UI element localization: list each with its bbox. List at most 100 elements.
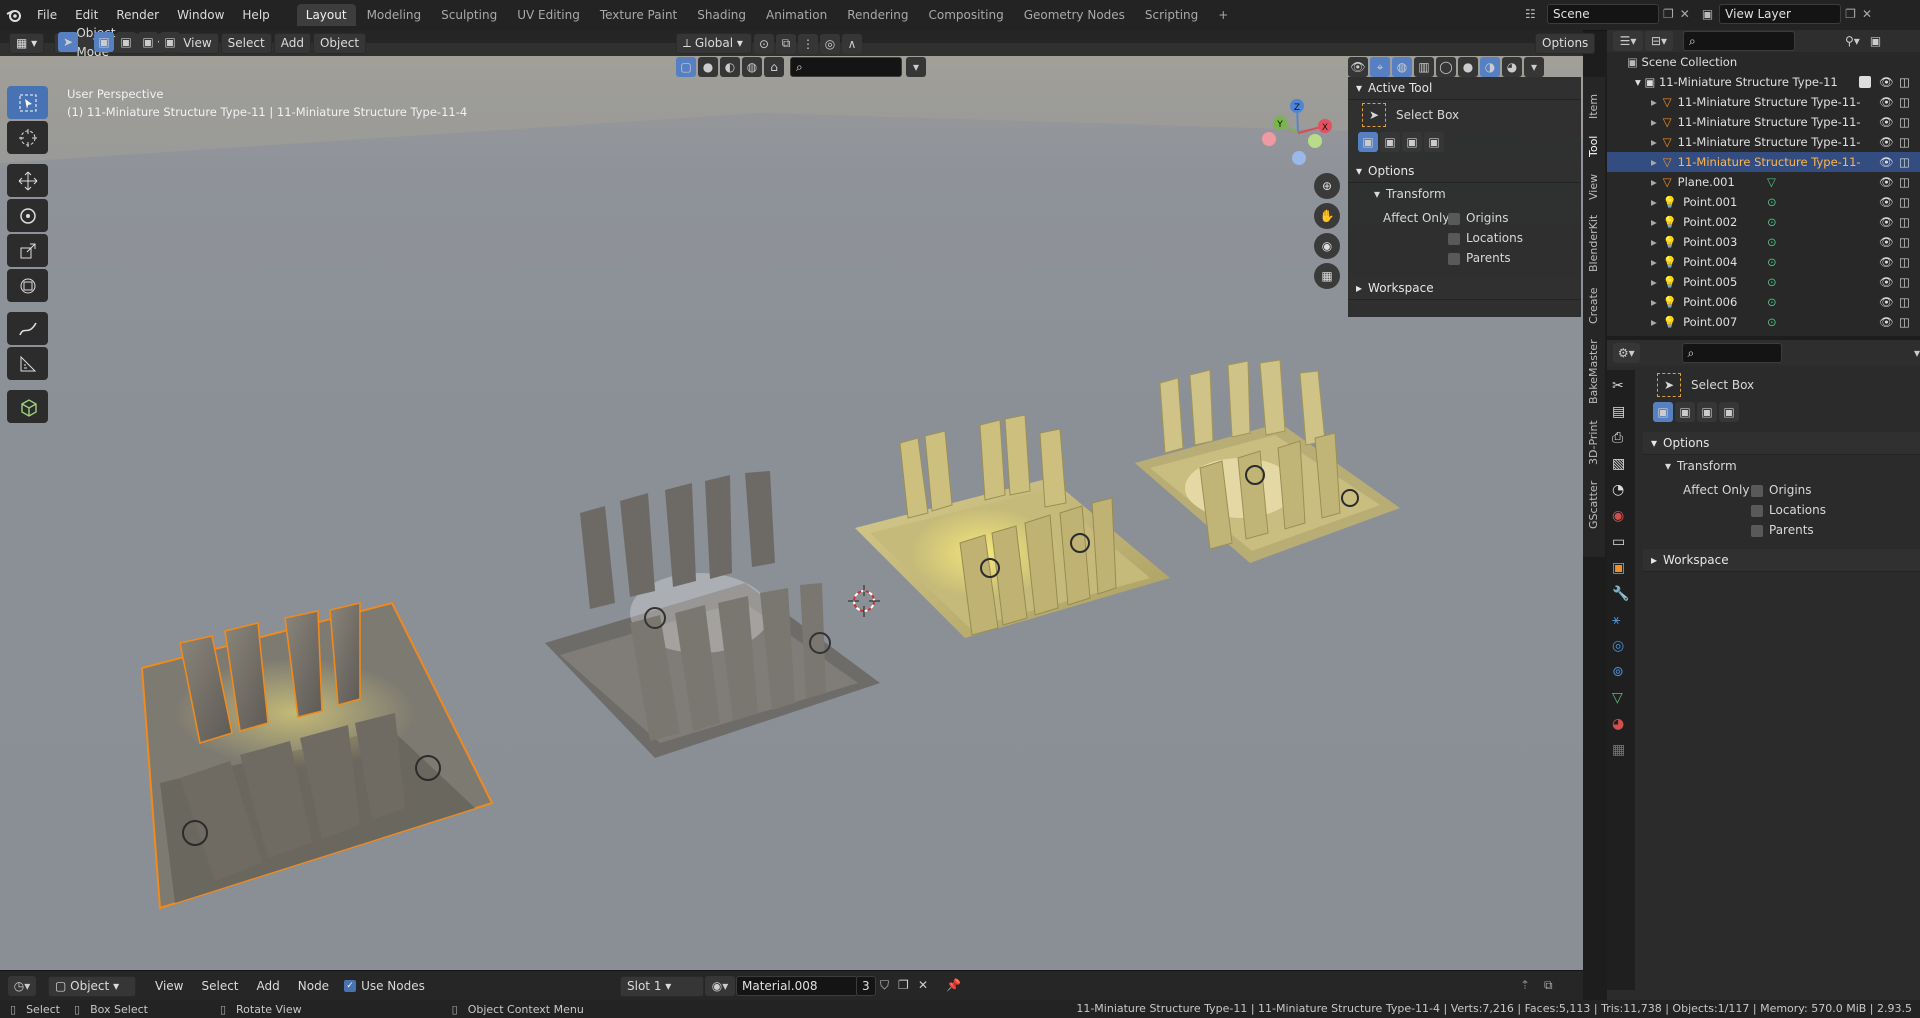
material-users-count[interactable]: 3 xyxy=(856,976,876,996)
collection-visibility-icon[interactable]: 👁 xyxy=(1879,72,1894,92)
viewport-menu-object[interactable]: Object xyxy=(312,32,367,54)
solid-filter-icon[interactable]: ● xyxy=(698,57,718,77)
expand-arrow-icon[interactable]: ▸ xyxy=(1651,215,1657,229)
render-visibility-icon[interactable]: ◫ xyxy=(1899,252,1910,272)
render-filter-icon[interactable]: ◍ xyxy=(742,57,762,77)
expand-arrow-icon[interactable]: ▸ xyxy=(1651,195,1657,209)
snap-target-icon[interactable]: ⋮ xyxy=(798,33,818,54)
view-layer-tab-icon[interactable]: ▧ xyxy=(1612,456,1629,472)
tab-view[interactable]: View xyxy=(1587,174,1600,200)
rotate-tool-icon[interactable] xyxy=(7,199,48,232)
scene-icon[interactable]: ☷ xyxy=(1525,7,1547,21)
light-data-icon[interactable]: ⊙ xyxy=(1767,292,1777,312)
tab-uv-editing[interactable]: UV Editing xyxy=(508,4,589,26)
tab-animation[interactable]: Animation xyxy=(757,4,836,26)
locations-checkbox[interactable]: Locations xyxy=(1448,231,1523,245)
render-visibility-icon[interactable]: ◫ xyxy=(1899,232,1910,252)
expand-arrow-icon[interactable]: ▸ xyxy=(1651,135,1657,149)
object-type-visibility-icon[interactable]: ▢ xyxy=(676,57,696,77)
mode-subtract-icon[interactable]: ▣ xyxy=(1402,132,1422,152)
render-visibility-icon[interactable]: ◫ xyxy=(1899,152,1910,172)
filter-dropdown-icon[interactable]: ▾ xyxy=(906,57,926,77)
object-tab-icon[interactable]: ▣ xyxy=(1612,560,1629,576)
collection-render-icon[interactable]: ◫ xyxy=(1899,72,1910,92)
tab-rendering[interactable]: Rendering xyxy=(838,4,917,26)
navigation-gizmo[interactable]: Z Y X xyxy=(1260,93,1340,173)
origins-checkbox[interactable]: Origins xyxy=(1751,483,1812,497)
render-visibility-icon[interactable]: ◫ xyxy=(1899,312,1910,332)
select-box-tool-icon[interactable] xyxy=(7,86,48,119)
visibility-icon[interactable]: 👁 xyxy=(1879,132,1894,152)
cursor-tool-icon[interactable] xyxy=(7,121,48,154)
visibility-icon[interactable]: 👁 xyxy=(1879,212,1894,232)
expand-arrow-icon[interactable]: ▸ xyxy=(1651,115,1657,129)
unlink-material-icon[interactable]: ✕ xyxy=(918,978,928,992)
tab-shading[interactable]: Shading xyxy=(688,4,755,26)
origins-checkbox[interactable]: Origins xyxy=(1448,211,1509,225)
display-mode-icon[interactable]: ⊟▾ xyxy=(1645,31,1673,51)
scene-collection-row[interactable]: ▣ Scene Collection xyxy=(1607,52,1920,72)
visibility-icon[interactable]: 👁 xyxy=(1879,172,1894,192)
visibility-icon[interactable]: 👁 xyxy=(1879,292,1894,312)
mode-subtract-icon[interactable]: ▣ xyxy=(1697,402,1717,422)
mode-set-icon[interactable]: ▣ xyxy=(1358,132,1378,152)
snap-icon[interactable]: ⧉ xyxy=(776,33,796,54)
render-visibility-icon[interactable]: ◫ xyxy=(1899,272,1910,292)
scene-field[interactable]: Scene xyxy=(1547,4,1659,24)
material-tab-icon[interactable]: ◕ xyxy=(1612,716,1629,732)
tab-tool[interactable]: Tool xyxy=(1587,136,1600,157)
falloff-icon[interactable]: ∧ xyxy=(842,33,862,54)
visibility-icon[interactable]: 👁 xyxy=(1879,112,1894,132)
light-filter-icon[interactable]: ⌂ xyxy=(764,57,784,77)
outliner-row[interactable]: ▸ ▽ 11-Miniature Structure Type-11- 👁 ◫ xyxy=(1607,92,1920,112)
shader-type-selector[interactable]: ▢ Object ▾ xyxy=(48,975,136,997)
menu-edit[interactable]: Edit xyxy=(66,4,107,26)
select-box-tool-icon[interactable]: ➤ xyxy=(1657,373,1681,397)
mode-extend-icon[interactable]: ▣ xyxy=(1380,132,1400,152)
tab-blenderkit[interactable]: BlenderKit xyxy=(1587,215,1600,272)
render-visibility-icon[interactable]: ◫ xyxy=(1899,292,1910,312)
use-nodes-checkbox[interactable]: ✓ Use Nodes xyxy=(344,979,425,993)
material-filter-icon[interactable]: ◐ xyxy=(720,57,740,77)
outliner-row[interactable]: ▸ 💡 Point.007 ⊙ 👁 ◫ xyxy=(1607,312,1920,332)
shader-editor-type-icon[interactable]: ◷▾ xyxy=(8,976,36,996)
transform-subpanel-header[interactable]: ▾ Transform xyxy=(1643,455,1920,477)
select-subtract-icon[interactable]: ▣ xyxy=(138,32,158,52)
outliner-row[interactable]: ▸ ▽ Plane.001 ▽ 👁 ◫ xyxy=(1607,172,1920,192)
transform-subpanel-header[interactable]: ▾ Transform xyxy=(1348,183,1581,205)
proportional-edit-icon[interactable]: ◎ xyxy=(820,33,840,54)
visibility-icon[interactable]: 👁 xyxy=(1879,252,1894,272)
outliner-row[interactable]: ▸ ▽ 11-Miniature Structure Type-11- 👁 ◫ xyxy=(1607,132,1920,152)
add-workspace-button[interactable]: + xyxy=(1209,4,1237,26)
outliner-row[interactable]: ▸ 💡 Point.002 ⊙ 👁 ◫ xyxy=(1607,212,1920,232)
measure-tool-icon[interactable] xyxy=(7,347,48,380)
visibility-icon[interactable]: 👁 xyxy=(1879,152,1894,172)
scene-tab-icon[interactable]: ◔ xyxy=(1612,482,1629,498)
material-shading-icon[interactable]: ◑ xyxy=(1480,57,1500,77)
light-data-icon[interactable]: ⊙ xyxy=(1767,272,1777,292)
scene-close-icon[interactable]: ✕ xyxy=(1680,7,1690,21)
scale-tool-icon[interactable] xyxy=(7,234,48,267)
world-tab-icon[interactable]: ◉ xyxy=(1612,508,1629,524)
render-visibility-icon[interactable]: ◫ xyxy=(1899,192,1910,212)
menu-render[interactable]: Render xyxy=(107,4,168,26)
viewport-menu-add[interactable]: Add xyxy=(273,32,311,54)
texture-tab-icon[interactable]: ▦ xyxy=(1612,742,1629,758)
transform-tool-icon[interactable] xyxy=(7,269,48,302)
pivot-icon[interactable]: ⊙ xyxy=(754,33,774,54)
expand-arrow-icon[interactable]: ▸ xyxy=(1651,315,1657,329)
add-cube-tool-icon[interactable] xyxy=(7,390,48,423)
3d-viewport[interactable]: User Perspective (1) 11-Miniature Struct… xyxy=(0,43,1583,970)
tool-tab-icon[interactable]: ✂ xyxy=(1612,378,1629,394)
outliner-row[interactable]: ▸ 💡 Point.001 ⊙ 👁 ◫ xyxy=(1607,192,1920,212)
view-layer-field[interactable]: View Layer xyxy=(1719,4,1842,24)
outliner-row[interactable]: ▸ 💡 Point.003 ⊙ 👁 ◫ xyxy=(1607,232,1920,252)
shading-options-icon[interactable]: ▾ xyxy=(1524,57,1544,77)
view-layer-icon[interactable]: ▣ xyxy=(1702,7,1713,21)
outliner-row[interactable]: ▸ ▽ 11-Miniature Structure Type-11- 👁 ◫ xyxy=(1607,112,1920,132)
move-tool-icon[interactable] xyxy=(7,164,48,197)
output-tab-icon[interactable]: ⎙ xyxy=(1612,430,1629,446)
material-name-field[interactable]: Material.008 xyxy=(736,976,858,996)
outliner-row[interactable]: ▸ 💡 Point.005 ⊙ 👁 ◫ xyxy=(1607,272,1920,292)
properties-editor-type-icon[interactable]: ⚙▾ xyxy=(1613,343,1640,363)
